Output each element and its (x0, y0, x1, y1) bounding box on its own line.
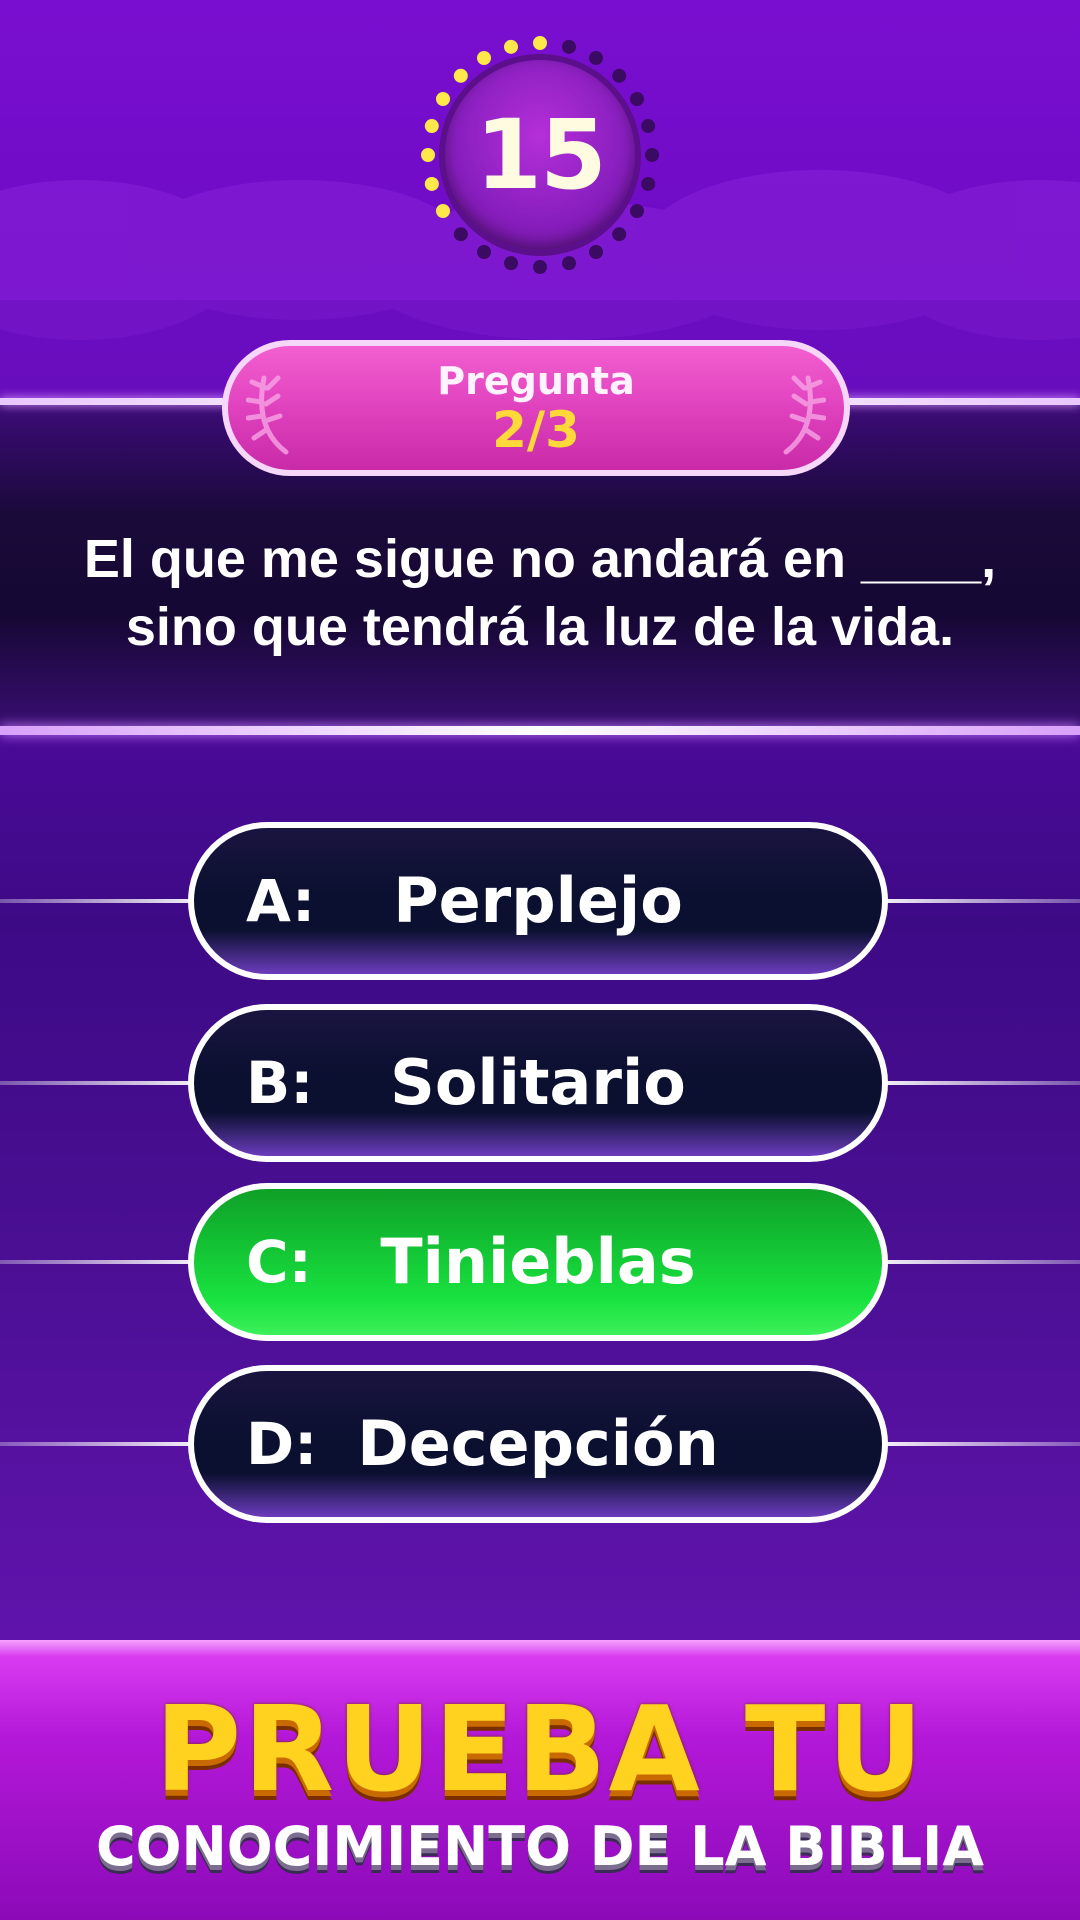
promo-headline: PRUEBA TU (154, 1680, 926, 1818)
timer-dot (504, 256, 519, 271)
laurel-left-icon (246, 375, 289, 455)
question-line-2: sino que tendrá la luz de la vida. (125, 597, 955, 657)
timer-dot (453, 68, 468, 83)
timer-dot (629, 92, 644, 106)
timer-dot (641, 119, 656, 134)
countdown-timer: 15 (415, 30, 665, 280)
question-text: El que me sigue no andará en ____, sino … (20, 525, 1060, 661)
timer-dot (612, 68, 627, 83)
timer-dot (561, 256, 576, 271)
timer-face: 15 (445, 60, 635, 250)
question-panel-bottom-line (0, 726, 1080, 735)
timer-dot (477, 51, 491, 66)
timer-dot (477, 244, 491, 259)
answer-option-b[interactable]: B: Solitario (188, 1004, 888, 1162)
answer-option-c[interactable]: C: Tinieblas (188, 1183, 888, 1341)
question-line-1: El que me sigue no andará en ____, (83, 529, 997, 589)
laurel-right-icon (783, 375, 826, 455)
question-label: Pregunta (437, 359, 635, 403)
question-counter-badge: Pregunta 2/3 (222, 340, 850, 476)
timer-dot (589, 51, 603, 66)
promo-subheadline: CONOCIMIENTO DE LA BIBLIA (95, 1815, 985, 1878)
timer-dot (645, 148, 659, 162)
timer-dot (453, 227, 468, 242)
timer-dot (533, 260, 547, 274)
timer-dot (612, 227, 627, 242)
answer-option-d[interactable]: D: Decepción (188, 1365, 888, 1523)
timer-dot (436, 92, 451, 106)
answer-text: Perplejo (393, 864, 683, 937)
timer-dot (561, 39, 576, 54)
answer-text: Tinieblas (380, 1225, 696, 1298)
answer-text: Decepción (357, 1407, 719, 1480)
timer-dot (504, 39, 519, 54)
timer-dot (421, 148, 435, 162)
timer-dot (436, 204, 451, 218)
timer-dot (629, 204, 644, 218)
answer-text: Solitario (390, 1046, 686, 1119)
timer-value: 15 (475, 99, 607, 211)
timer-dot (641, 176, 656, 191)
timer-dot (424, 176, 439, 191)
question-count: 2/3 (492, 401, 580, 459)
timer-dot (589, 244, 603, 259)
timer-dot (533, 36, 547, 50)
timer-dot (424, 119, 439, 134)
answer-option-a[interactable]: A: Perplejo (188, 822, 888, 980)
